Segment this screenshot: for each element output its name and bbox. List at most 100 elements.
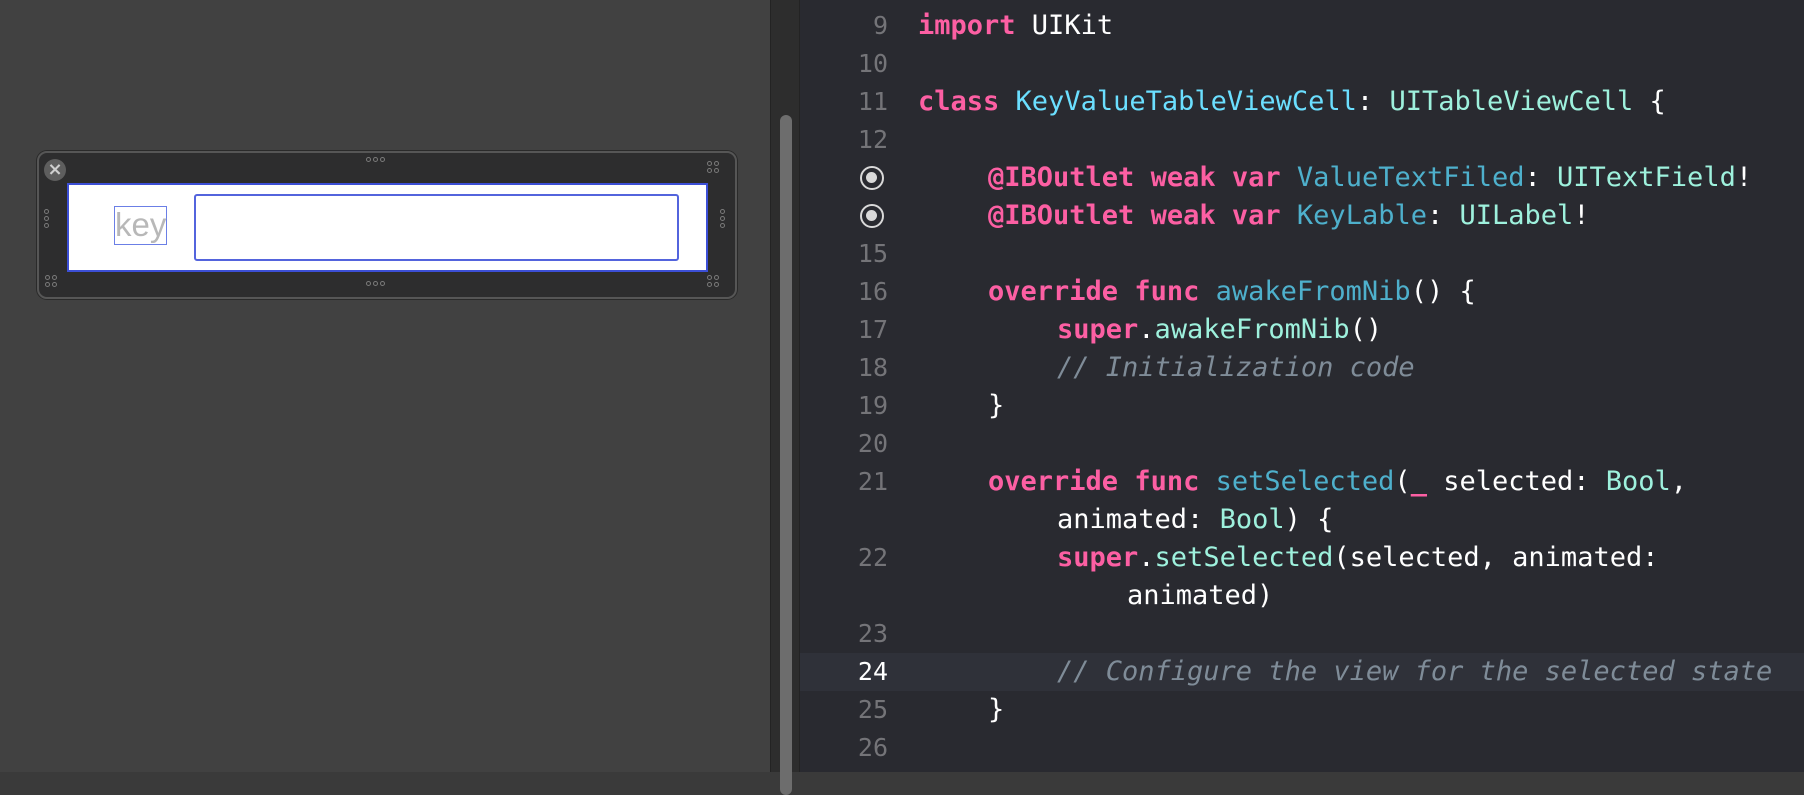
code-token: UIKit [1015,10,1114,41]
outlet-connection-icon[interactable] [860,204,884,228]
code-token: ) { [1284,504,1334,535]
code-token: } [988,390,1005,421]
code-token: // Configure the view for the selected s… [1057,656,1773,687]
code-token: . [1138,542,1155,573]
code-line[interactable]: 19} [800,387,1804,425]
code-token: import [918,10,1016,41]
code-line[interactable]: 25} [800,691,1804,729]
code-token: override [988,466,1119,497]
code-token: } [988,694,1005,725]
value-text-field[interactable] [194,194,679,261]
code-text: super.setSelected(selected, animated: [1057,539,1658,577]
code-token: : [1426,200,1460,231]
resize-handle-left[interactable] [44,209,49,228]
close-icon[interactable]: × [44,159,66,181]
code-token: () [1349,314,1383,345]
code-line[interactable]: animated) [800,577,1804,615]
table-view-cell-frame[interactable]: × key [37,151,737,299]
cell-content-view[interactable]: key [67,183,708,272]
code-token: Bool [1219,504,1285,535]
line-number: 21 [857,467,888,496]
code-token: KeyValueTableViewCell [1015,86,1357,117]
code-line[interactable]: 17 super.awakeFromNib() [800,311,1804,349]
code-line-current[interactable]: 24 // Configure the view for the selected… [800,653,1804,691]
code-token: UITableViewCell [1389,86,1634,117]
code-token: : [1524,162,1558,193]
resize-handle-bottom-right[interactable] [707,275,721,287]
code-line[interactable]: 12 [800,121,1804,159]
code-line[interactable]: 9 import UIKit [800,7,1804,45]
code-line[interactable]: animated: Bool) { [800,501,1804,539]
code-line[interactable]: 16 override func awakeFromNib() { [800,273,1804,311]
code-line[interactable]: 10 [800,45,1804,83]
code-text: // Configure the view for the selected s… [1057,653,1772,691]
code-text: } [988,387,1004,425]
code-token: Bool [1605,466,1671,497]
code-token: ValueTextFiled [1296,162,1525,193]
code-line[interactable]: 20 [800,425,1804,463]
line-number: 26 [857,733,888,762]
code-text: animated) [1127,577,1273,615]
line-number: 11 [857,87,888,116]
resize-handle-top-right[interactable] [707,161,721,173]
code-text: @IBOutlet weak var KeyLable: UILabel! [988,197,1590,235]
outlet-connection-icon[interactable] [860,166,884,190]
code-line[interactable]: 15 [800,235,1804,273]
code-token: @IBOutlet [988,200,1135,231]
code-line[interactable]: 21 override func setSelected(_ selected: … [800,463,1804,501]
code-token: UITextField [1557,162,1736,193]
code-token: selected: [1426,466,1606,497]
code-token: var [1231,162,1281,193]
scrollbar-thumb[interactable] [780,115,792,795]
code-token: awakeFromNib [1154,314,1350,345]
code-token: override [988,276,1119,307]
code-token: animated) [1127,580,1274,611]
code-editor[interactable]: 9 import UIKit 10 11 class KeyValueTableView… [800,0,1804,772]
key-label[interactable]: key [114,206,167,245]
code-line[interactable]: @IBOutlet weak var ValueTextFiled: UITex… [800,159,1804,197]
resize-handle-top[interactable] [366,157,385,162]
code-line[interactable]: 23 [800,615,1804,653]
line-number: 19 [857,391,888,420]
code-line[interactable]: 11 class KeyValueTableViewCell: UITableVi… [800,83,1804,121]
code-text: } [988,691,1004,729]
line-number: 10 [857,49,888,78]
code-line[interactable]: 22 super.setSelected(selected, animated: [800,539,1804,577]
interface-builder-canvas: × key [0,0,770,772]
line-number: 9 [872,11,888,40]
resize-handle-bottom-left[interactable] [45,275,59,287]
code-token: ( [1394,466,1411,497]
code-line[interactable]: 18 // Initialization code [800,349,1804,387]
line-number: 17 [857,315,888,344]
code-token: : [1356,86,1390,117]
code-text: // Initialization code [1057,349,1415,387]
code-token: // Initialization code [1057,352,1415,383]
line-number: 25 [857,695,888,724]
code-text: @IBOutlet weak var ValueTextFiled: UITex… [988,159,1752,197]
line-number: 12 [857,125,888,154]
code-token: func [1134,276,1200,307]
code-token: awakeFromNib [1215,276,1411,307]
code-token: (selected, animated: [1333,542,1659,573]
code-token: super [1057,542,1139,573]
code-line[interactable]: 26 [800,729,1804,767]
code-text: override func setSelected(_ selected: Bo… [988,463,1687,501]
code-token: func [1134,466,1200,497]
line-number: 16 [857,277,888,306]
resize-handle-bottom[interactable] [366,281,385,286]
code-token: setSelected [1154,542,1334,573]
code-token: animated: [1057,504,1220,535]
code-token: weak [1150,162,1216,193]
code-text: class KeyValueTableViewCell: UITableView… [918,83,1666,121]
editor-scrollbar[interactable] [770,0,800,795]
line-number: 22 [857,543,888,572]
code-line[interactable]: @IBOutlet weak var KeyLable: UILabel! [800,197,1804,235]
resize-handle-right[interactable] [720,209,725,228]
